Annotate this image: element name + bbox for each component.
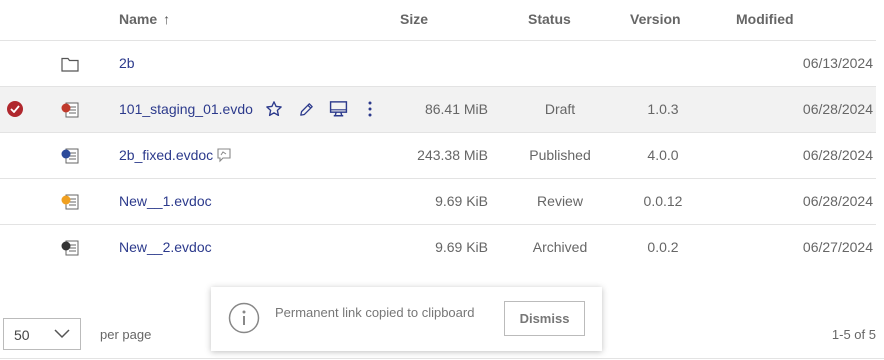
modified-date: 06/28/2024 — [802, 193, 873, 209]
file-size: 243.38 MiB — [417, 147, 488, 163]
file-table: Name ↑ Size Status Version Modified 2b 06… — [0, 0, 876, 270]
table-row[interactable]: New__2.evdoc 9.69 KiB Archived 0.0.2 06/… — [0, 225, 876, 270]
column-header-version[interactable]: Version — [630, 11, 681, 27]
monitor-icon[interactable] — [322, 98, 354, 120]
column-header-size[interactable]: Size — [400, 11, 428, 27]
table-row[interactable]: 2b_fixed.evdoc 243.38 MiB Published 4.0.… — [0, 133, 876, 179]
column-header-status[interactable]: Status — [528, 11, 571, 27]
column-header-modified[interactable]: Modified — [736, 11, 794, 27]
version-text: 0.0.2 — [647, 239, 679, 255]
modified-date: 06/13/2024 — [802, 55, 873, 71]
file-size: 9.69 KiB — [435, 239, 488, 255]
sort-ascending-icon: ↑ — [163, 11, 171, 27]
toast-message: Permanent link copied to clipboard — [275, 305, 475, 320]
file-name-link[interactable]: 2b_fixed.evdoc — [119, 147, 213, 163]
version-text: 0.0.12 — [643, 193, 683, 209]
evdoc-red-icon — [61, 102, 79, 118]
evdoc-yellow-icon — [61, 194, 79, 210]
status-text: Published — [529, 147, 591, 163]
info-icon — [228, 302, 260, 334]
dismiss-button[interactable]: Dismiss — [504, 301, 585, 336]
folder-icon — [61, 57, 79, 72]
modified-date: 06/27/2024 — [802, 239, 873, 255]
per-page-value: 50 — [14, 327, 30, 343]
pencil-icon[interactable] — [290, 98, 322, 120]
file-name-link[interactable]: 101_staging_01.evdo — [119, 101, 253, 117]
per-page-label: per page — [100, 327, 152, 342]
status-text: Review — [537, 193, 583, 209]
version-text: 1.0.3 — [647, 101, 679, 117]
row-actions — [258, 98, 386, 120]
modified-date: 06/28/2024 — [802, 147, 873, 163]
column-header-name[interactable]: Name ↑ — [119, 11, 170, 27]
per-page-select[interactable]: 50 — [3, 318, 81, 350]
version-text: 4.0.0 — [647, 147, 679, 163]
status-text: Archived — [532, 239, 588, 255]
file-name-link[interactable]: New__1.evdoc — [119, 193, 212, 209]
evdoc-dark-icon — [61, 240, 79, 256]
file-size: 9.69 KiB — [435, 193, 488, 209]
more-vertical-icon[interactable] — [354, 98, 386, 120]
selected-check-icon[interactable] — [7, 101, 23, 117]
folder-name-link[interactable]: 2b — [119, 55, 135, 71]
table-row[interactable]: 2b 06/13/2024 — [0, 41, 876, 87]
table-row[interactable]: New__1.evdoc 9.69 KiB Review 0.0.12 06/2… — [0, 179, 876, 225]
modified-date: 06/28/2024 — [802, 101, 873, 117]
pagination-range: 1-5 of 5 — [831, 327, 876, 342]
status-text: Draft — [544, 101, 576, 117]
comment-icon[interactable] — [216, 147, 232, 163]
evdoc-blue-icon — [61, 148, 79, 164]
toast-notification: Permanent link copied to clipboard Dismi… — [211, 287, 602, 351]
footer-divider — [0, 358, 884, 359]
chevron-down-icon — [54, 329, 70, 339]
file-name-link[interactable]: New__2.evdoc — [119, 239, 212, 255]
table-row[interactable]: 101_staging_01.evdo 86.41 MiB Draft 1.0.… — [0, 87, 876, 133]
table-header: Name ↑ Size Status Version Modified — [0, 0, 876, 41]
file-size: 86.41 MiB — [424, 101, 488, 117]
star-icon[interactable] — [258, 98, 290, 120]
